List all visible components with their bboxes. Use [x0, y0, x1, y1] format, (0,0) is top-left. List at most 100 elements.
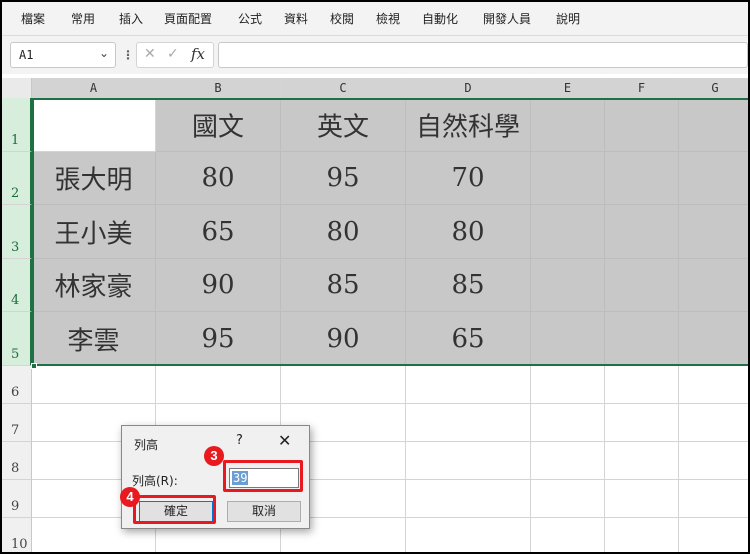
cell-a6[interactable] [32, 366, 156, 404]
cell-e1[interactable] [531, 98, 605, 152]
cell-c3[interactable]: 80 [281, 205, 406, 259]
column-header-f[interactable]: F [605, 78, 679, 98]
cell-c6[interactable] [281, 366, 406, 404]
cancel-button[interactable]: 取消 [227, 501, 301, 522]
cell-g1[interactable] [679, 98, 748, 152]
cell-d9[interactable] [406, 480, 531, 518]
cell-g3[interactable] [679, 205, 748, 259]
cell-d5[interactable]: 65 [406, 312, 531, 366]
name-box[interactable]: A1 ⌄ [10, 42, 116, 68]
cell-e4[interactable] [531, 259, 605, 312]
cell-d10[interactable] [406, 518, 531, 552]
column-header-a[interactable]: A [32, 78, 156, 98]
cell-f8[interactable] [605, 442, 679, 480]
cell-a2[interactable]: 張大明 [32, 152, 156, 205]
cell-e7[interactable] [531, 404, 605, 442]
row-header-5[interactable]: 5 [2, 312, 32, 366]
column-header-c[interactable]: C [281, 78, 406, 98]
cell-a5[interactable]: 李雲 [32, 312, 156, 366]
cell-c2[interactable]: 95 [281, 152, 406, 205]
cell-b6[interactable] [156, 366, 281, 404]
menu-home[interactable]: 常用 [71, 10, 95, 27]
row-header-9[interactable]: 9 [2, 480, 32, 518]
cell-g8[interactable] [679, 442, 748, 480]
cell-b4[interactable]: 90 [156, 259, 281, 312]
cell-f10[interactable] [605, 518, 679, 552]
cell-f4[interactable] [605, 259, 679, 312]
cell-d3[interactable]: 80 [406, 205, 531, 259]
close-icon[interactable]: ✕ [278, 431, 291, 450]
cell-d6[interactable] [406, 366, 531, 404]
cell-d1[interactable]: 自然科學 [406, 98, 531, 152]
cell-c5[interactable]: 90 [281, 312, 406, 366]
row-header-2[interactable]: 2 [2, 152, 32, 205]
cell-g9[interactable] [679, 480, 748, 518]
row-header-3[interactable]: 3 [2, 205, 32, 259]
cell-d8[interactable] [406, 442, 531, 480]
cell-b5[interactable]: 95 [156, 312, 281, 366]
cell-f5[interactable] [605, 312, 679, 366]
cell-b3[interactable]: 65 [156, 205, 281, 259]
menu-view[interactable]: 檢視 [376, 10, 400, 27]
cell-f6[interactable] [605, 366, 679, 404]
menu-developer[interactable]: 開發人員 [483, 10, 531, 27]
row-header-1[interactable]: 1 [2, 98, 32, 152]
cell-g4[interactable] [679, 259, 748, 312]
cell-f1[interactable] [605, 98, 679, 152]
cell-d2[interactable]: 70 [406, 152, 531, 205]
cell-f9[interactable] [605, 480, 679, 518]
cell-e5[interactable] [531, 312, 605, 366]
cancel-icon[interactable]: ✕ [144, 46, 156, 62]
row-header-8[interactable]: 8 [2, 442, 32, 480]
row-header-6[interactable]: 6 [2, 366, 32, 404]
cell-b1[interactable]: 國文 [156, 98, 281, 152]
row-header-10[interactable]: 10 [2, 518, 32, 552]
menu-help[interactable]: 說明 [556, 10, 580, 27]
fill-handle[interactable] [31, 363, 37, 369]
menu-insert[interactable]: 插入 [119, 10, 143, 27]
column-header-d[interactable]: D [406, 78, 531, 98]
column-header-b[interactable]: B [156, 78, 281, 98]
cell-a3[interactable]: 王小美 [32, 205, 156, 259]
cell-c1[interactable]: 英文 [281, 98, 406, 152]
cell-a1[interactable] [32, 98, 156, 152]
cell-d4[interactable]: 85 [406, 259, 531, 312]
cell-g7[interactable] [679, 404, 748, 442]
cell-e2[interactable] [531, 152, 605, 205]
more-options-icon[interactable]: ⋮ [122, 48, 134, 62]
cell-b2[interactable]: 80 [156, 152, 281, 205]
cell-g5[interactable] [679, 312, 748, 366]
cell-f3[interactable] [605, 205, 679, 259]
select-all-corner[interactable] [2, 78, 32, 98]
menu-formulas[interactable]: 公式 [238, 10, 262, 27]
menu-file[interactable]: 檔案 [21, 10, 45, 27]
ok-button[interactable]: 確定 [139, 501, 213, 522]
column-header-e[interactable]: E [531, 78, 605, 98]
cell-c4[interactable]: 85 [281, 259, 406, 312]
cell-f2[interactable] [605, 152, 679, 205]
row-header-4[interactable]: 4 [2, 259, 32, 312]
help-icon[interactable]: ? [236, 433, 243, 448]
row-height-input[interactable]: 39 [229, 468, 299, 488]
cell-f7[interactable] [605, 404, 679, 442]
cell-e9[interactable] [531, 480, 605, 518]
menu-page-layout[interactable]: 頁面配置 [164, 10, 212, 27]
chevron-down-icon[interactable]: ⌄ [99, 46, 109, 60]
cell-e6[interactable] [531, 366, 605, 404]
cell-g10[interactable] [679, 518, 748, 552]
menu-review[interactable]: 校閱 [330, 10, 354, 27]
menu-data[interactable]: 資料 [284, 10, 308, 27]
cell-e3[interactable] [531, 205, 605, 259]
cell-e8[interactable] [531, 442, 605, 480]
menu-automate[interactable]: 自動化 [422, 10, 458, 27]
insert-function-icon[interactable]: fx [191, 45, 205, 63]
formula-input[interactable] [218, 42, 748, 68]
cell-g6[interactable] [679, 366, 748, 404]
cell-d7[interactable] [406, 404, 531, 442]
row-header-7[interactable]: 7 [2, 404, 32, 442]
check-icon[interactable]: ✓ [167, 46, 179, 62]
column-header-g[interactable]: G [679, 78, 748, 98]
cell-a4[interactable]: 林家豪 [32, 259, 156, 312]
cell-g2[interactable] [679, 152, 748, 205]
cell-e10[interactable] [531, 518, 605, 552]
